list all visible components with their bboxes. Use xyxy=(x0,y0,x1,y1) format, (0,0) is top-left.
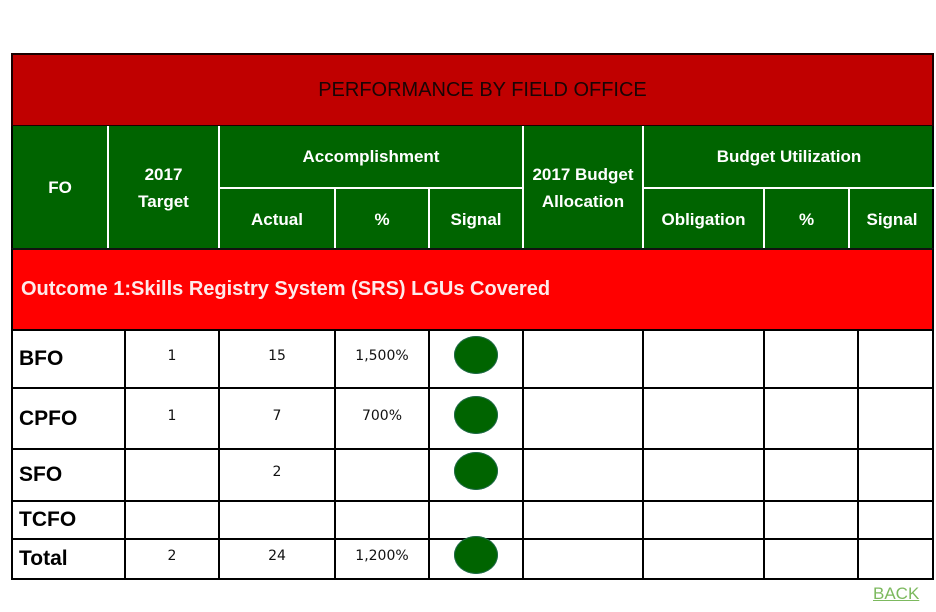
header-budget-percent: % xyxy=(798,209,815,229)
target-cell: 1 xyxy=(124,389,218,448)
header-signal: Signal xyxy=(450,209,502,229)
obligation-cell xyxy=(642,389,763,448)
budget-signal-cell xyxy=(857,450,934,500)
table-row: Total 2 24 1,200% xyxy=(11,536,934,580)
budget-signal-cell xyxy=(857,389,934,448)
target-cell xyxy=(124,502,218,538)
budget-signal-cell xyxy=(857,502,934,538)
actual-cell xyxy=(218,502,334,538)
budget-percent-cell xyxy=(763,389,857,448)
signal-green-icon xyxy=(454,395,498,434)
target-cell: 2 xyxy=(124,540,218,578)
obligation-cell xyxy=(642,502,763,538)
fo-cell: Total xyxy=(11,540,124,578)
budget-allocation-cell xyxy=(522,540,642,578)
budget-signal-cell xyxy=(857,331,934,387)
budget-allocation-cell xyxy=(522,389,642,448)
percent-cell: 1,500% xyxy=(334,331,428,387)
budget-percent-cell xyxy=(763,540,857,578)
header-actual: Actual xyxy=(251,209,303,229)
obligation-cell xyxy=(642,331,763,387)
obligation-cell xyxy=(642,450,763,500)
header-budget-allocation: 2017 Budget Allocation xyxy=(532,164,634,211)
budget-signal-cell xyxy=(857,540,934,578)
signal-cell xyxy=(428,502,522,538)
fo-cell: TCFO xyxy=(11,502,124,538)
header-obligation: Obligation xyxy=(661,209,746,229)
signal-cell xyxy=(428,450,522,500)
header-budget-utilization: Budget Utilization xyxy=(716,147,862,166)
table-row: CPFO 1 7 700% xyxy=(11,389,934,450)
budget-percent-cell xyxy=(763,450,857,500)
percent-cell: 1,200% xyxy=(334,540,428,578)
table-row: TCFO xyxy=(11,502,934,540)
target-cell xyxy=(124,450,218,500)
percent-cell xyxy=(334,502,428,538)
table-title: PERFORMANCE BY FIELD OFFICE xyxy=(11,53,934,127)
actual-cell: 7 xyxy=(218,389,334,448)
table-row: BFO 1 15 1,500% xyxy=(11,331,934,389)
target-cell: 1 xyxy=(124,331,218,387)
back-link[interactable]: BACK xyxy=(873,584,919,604)
outcome-row: Outcome 1:Skills Registry System (SRS) L… xyxy=(11,248,934,331)
fo-cell: SFO xyxy=(11,450,124,500)
budget-allocation-cell xyxy=(522,331,642,387)
header-target: 2017 Target xyxy=(138,164,189,211)
fo-cell: CPFO xyxy=(11,389,124,448)
table-header: FO 2017 Target Accomplishment Actual % S… xyxy=(11,126,934,249)
actual-cell: 2 xyxy=(218,450,334,500)
header-budget-signal: Signal xyxy=(866,209,918,229)
table-row: SFO 2 xyxy=(11,450,934,502)
signal-green-icon xyxy=(454,336,498,374)
signal-cell xyxy=(428,331,522,387)
signal-cell xyxy=(428,536,522,578)
header-percent: % xyxy=(374,209,390,229)
percent-cell xyxy=(334,450,428,500)
signal-green-icon xyxy=(454,452,498,490)
signal-cell xyxy=(428,389,522,448)
budget-allocation-cell xyxy=(522,502,642,538)
fo-cell: BFO xyxy=(11,331,124,387)
budget-percent-cell xyxy=(763,331,857,387)
header-accomplishment: Accomplishment xyxy=(302,147,440,166)
signal-green-icon xyxy=(454,536,498,574)
budget-percent-cell xyxy=(763,502,857,538)
header-fo: FO xyxy=(48,178,72,197)
actual-cell: 24 xyxy=(218,540,334,578)
budget-allocation-cell xyxy=(522,450,642,500)
actual-cell: 15 xyxy=(218,331,334,387)
percent-cell: 700% xyxy=(334,389,428,448)
obligation-cell xyxy=(642,540,763,578)
